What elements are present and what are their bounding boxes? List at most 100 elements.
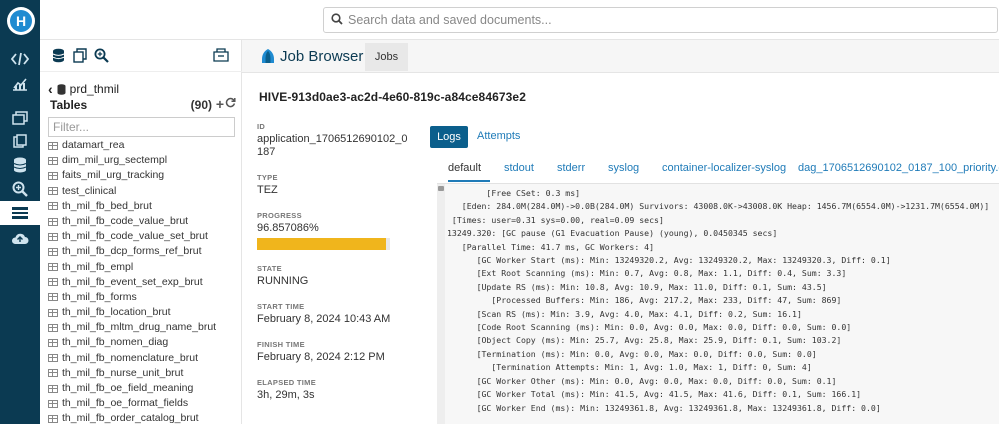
log-line: [Update RS (ms): Min: 10.8, Avg: 10.9, M… [447,281,827,292]
query-browser-icon[interactable] [0,177,40,201]
log-scrollbar[interactable] [437,184,445,424]
table-icon [48,354,58,363]
table-icon [48,171,58,180]
table-icon [48,384,58,393]
table-item[interactable]: faits_mil_urg_tracking [48,168,238,183]
table-name: th_mil_fb_oe_field_meaning [62,382,194,394]
assist-panel: ‹ prd_thmil Tables (90) + datamart_readi… [40,40,242,424]
table-item[interactable]: th_mil_fb_dcp_forms_ref_brut [48,244,238,259]
table-name: th_mil_fb_code_value_set_brut [62,230,208,243]
job-browser-icon[interactable] [0,201,40,225]
table-name: th_mil_fb_mltm_drug_name_brut [62,321,217,334]
table-filter-input[interactable] [48,117,235,137]
table-item[interactable]: th_mil_fb_event_set_exp_brut [48,275,238,290]
table-item[interactable]: th_mil_fb_mltm_drug_name_brut [48,320,238,335]
table-item[interactable]: th_mil_fb_order_catalog_brut [48,411,238,424]
progress-fill [257,238,386,250]
refresh-icon[interactable] [225,97,236,111]
table-name: th_mil_fb_location_brut [62,306,171,319]
table-icon [48,217,58,226]
documents-icon[interactable] [0,106,40,130]
table-name: datamart_rea [62,139,125,151]
id-value-line-1: application_1706512690102_0 [257,133,408,145]
table-item[interactable]: th_mil_fb_code_value_brut [48,214,238,229]
table-name: test_clinical [62,184,117,197]
subtab-stdout[interactable]: stdout [504,162,534,174]
database-icon[interactable] [50,48,66,64]
job-id-title: HIVE-913d0ae3-ac2d-4e60-819c-a84ce84673e… [259,90,526,104]
hue-logo-icon[interactable]: H [7,7,35,35]
job-browser-header: Job Browser Jobs [242,40,999,73]
global-search[interactable] [323,7,998,33]
finish-time-value: February 8, 2024 2:12 PM [257,351,385,363]
table-icon [48,141,58,150]
log-line: [GC Worker End (ms): Min: 13249361.8, Av… [447,402,881,413]
log-scrollbar-thumb[interactable] [438,186,444,191]
tables-header: Tables (90) + [50,96,236,114]
table-name: th_mil_fb_code_value_brut [62,214,189,227]
chart-icon[interactable] [0,72,40,96]
table-item[interactable]: dim_mil_urg_sectempl [48,153,238,168]
table-item[interactable]: th_mil_fb_forms [48,290,238,305]
assist-toolbar [40,40,242,72]
files-icon[interactable] [213,48,229,64]
finish-time-label: FINISH TIME [257,340,305,349]
start-time-label: START TIME [257,302,305,311]
database-breadcrumb[interactable]: ‹ prd_thmil [48,81,119,97]
table-icon [48,278,58,287]
table-icon [48,202,58,211]
table-name: th_mil_fb_bed_brut [62,199,152,212]
files-icon[interactable] [0,129,40,153]
state-value: RUNNING [257,275,309,287]
table-name: th_mil_fb_nurse_unit_brut [62,366,184,379]
table-item[interactable]: th_mil_fb_location_brut [48,305,238,320]
subtab-syslog[interactable]: syslog [608,162,639,174]
search-tables-icon[interactable] [93,48,109,64]
log-viewer[interactable]: [Free CSet: 0.3 ms] [Eden: 284.0M(284.0M… [437,183,999,424]
tables-title: Tables [50,98,88,112]
log-line: 13249.320: [GC pause (G1 Evacuation Paus… [447,228,778,239]
progress-value: 96.857086% [257,222,319,234]
table-name: faits_mil_urg_tracking [62,169,165,182]
search-input[interactable] [348,10,988,30]
search-icon [331,13,343,25]
table-name: th_mil_fb_oe_format_fields [62,397,189,410]
table-item[interactable]: th_mil_fb_code_value_set_brut [48,229,238,244]
table-item[interactable]: th_mil_fb_empl [48,260,238,275]
table-item[interactable]: th_mil_fb_nomen_diag [48,335,238,350]
code-icon[interactable] [0,47,40,71]
tab-attempts[interactable]: Attempts [477,130,520,142]
database-icon[interactable] [0,153,40,177]
table-list: datamart_rea dim_mil_urg_sectempl faits_mi… [48,138,238,424]
cloud-upload-icon[interactable] [0,226,40,250]
tab-logs[interactable]: Logs [430,126,468,148]
table-item[interactable]: test_clinical [48,184,238,199]
table-item[interactable]: th_mil_fb_oe_field_meaning [48,381,238,396]
table-item[interactable]: th_mil_fb_nurse_unit_brut [48,366,238,381]
log-line: [GC Worker Other (ms): Min: 0.0, Avg: 0.… [447,375,837,386]
left-nav: H [0,0,40,424]
elapsed-time-value: 3h, 29m, 3s [257,389,315,401]
table-item[interactable]: th_mil_fb_oe_format_fields [48,396,238,411]
id-value: application_1706512690102_0 187 [257,133,407,159]
add-table-icon[interactable]: + [216,96,224,112]
documents-icon[interactable] [72,48,88,64]
table-name: th_mil_fb_order_catalog_brut [62,412,199,424]
subtab-stderr[interactable]: stderr [557,162,585,174]
table-item[interactable]: th_mil_fb_bed_brut [48,199,238,214]
table-item[interactable]: datamart_rea [48,138,238,153]
subtab-container-localizer-syslog[interactable]: container-localizer-syslog [662,162,786,174]
database-small-icon [57,83,66,95]
subtab-default[interactable]: default [448,162,481,174]
tables-count: (90) [190,98,212,112]
table-name: th_mil_fb_nomenclature_brut [62,351,198,364]
log-line: [Free CSet: 0.3 ms] [447,188,581,198]
table-name: th_mil_fb_empl [62,260,134,273]
table-icon [48,293,58,302]
log-line: [Termination Attempts: Min: 1, Avg: 1.0,… [447,362,812,373]
chevron-left-icon[interactable]: ‹ [48,81,53,97]
table-item[interactable]: th_mil_fb_nomenclature_brut [48,351,238,366]
tab-jobs[interactable]: Jobs [365,43,408,71]
subtab-dag-priority-dot[interactable]: dag_1706512690102_0187_100_priority.dot [798,162,999,174]
log-line: [Parallel Time: 41.7 ms, GC Workers: 4] [447,241,655,252]
